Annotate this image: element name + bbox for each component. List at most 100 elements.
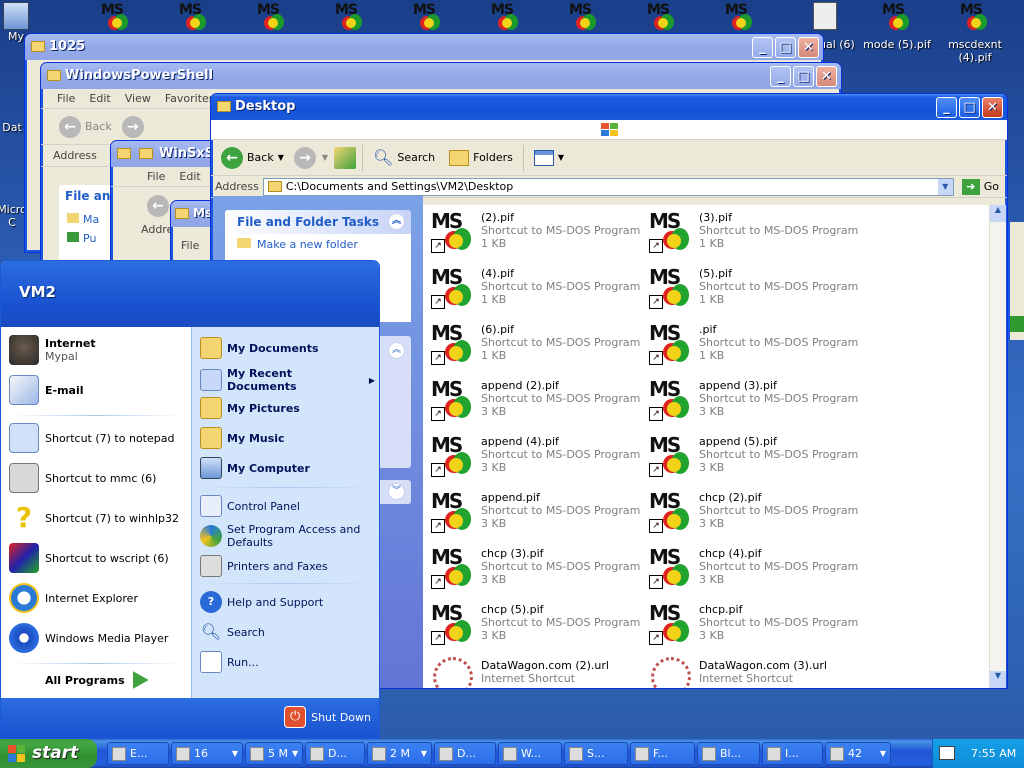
taskbar-button[interactable]: 16 ▼ <box>171 742 243 765</box>
back-button[interactable]: ← Back ▼ <box>217 145 288 171</box>
places-my-recent-documents[interactable]: My Recent Documents ▶ <box>200 367 375 393</box>
taskbar-button[interactable]: 5 M ▼ <box>245 742 303 765</box>
desktop-icon-mode[interactable]: MS mode (5).pif <box>862 2 932 51</box>
clock[interactable]: 7:55 AM <box>971 747 1016 760</box>
address-input[interactable]: C:\Documents and Settings\VM2\Desktop ▼ <box>262 177 954 196</box>
minimize-button[interactable]: _ <box>936 97 957 118</box>
menu-file[interactable]: File <box>57 92 75 105</box>
task-heading[interactable]: File and Folder Tasks ︽ <box>225 210 411 234</box>
taskbar-button[interactable]: 42 ▼ <box>825 742 891 765</box>
menu-edit[interactable]: Edit <box>89 92 110 105</box>
file-item[interactable]: MS ↗ (3).pif Shortcut to MS-DOS Program 1 K… <box>645 207 860 263</box>
start-button[interactable]: start <box>0 739 97 768</box>
search-button[interactable]: 🔍︎ Search <box>369 146 439 169</box>
desktop-icon-msdos[interactable]: MS <box>86 2 146 32</box>
taskbar-button[interactable]: S... <box>564 742 628 765</box>
file-item[interactable]: MS ↗ (2).pif Shortcut to MS-DOS Program 1 K… <box>427 207 642 263</box>
close-button[interactable]: ✕ <box>816 66 837 87</box>
maximize-button[interactable]: □ <box>775 37 796 58</box>
places-my-pictures[interactable]: My Pictures <box>200 397 300 419</box>
folders-button[interactable]: Folders <box>445 148 517 168</box>
forward-arrow-icon[interactable]: → <box>293 146 316 169</box>
scroll-down-icon[interactable]: ▼ <box>990 671 1006 688</box>
forward-arrow-icon[interactable]: → <box>121 115 144 138</box>
close-button[interactable]: ✕ <box>982 97 1003 118</box>
taskbar-button[interactable]: W... <box>498 742 562 765</box>
task-item-new-folder[interactable]: Make a new folder <box>225 234 411 255</box>
titlebar[interactable]: WindowsPowerShell _ □ ✕ <box>41 63 841 89</box>
file-item[interactable]: MS ↗ chcp (2).pif Shortcut to MS-DOS Progra… <box>645 487 860 543</box>
pinned-internet[interactable]: Internet Mypal <box>9 335 96 365</box>
shutdown-button[interactable]: ⏻ Shut Down <box>284 706 371 728</box>
menu-edit[interactable]: Edit <box>179 170 200 183</box>
desktop-icon-msdos[interactable]: MS <box>164 2 224 32</box>
taskbar-button[interactable]: E... <box>107 742 169 765</box>
dropdown-arrow-icon[interactable]: ▼ <box>322 153 328 162</box>
scroll-up-icon[interactable]: ▲ <box>990 205 1006 222</box>
desktop-icon-msdos[interactable]: MS <box>554 2 614 32</box>
run-item[interactable]: Run... <box>200 651 259 673</box>
taskbar-button[interactable]: F... <box>630 742 695 765</box>
close-button[interactable]: ✕ <box>798 37 819 58</box>
back-button[interactable]: ← Back <box>55 114 116 140</box>
search-item[interactable]: 🔍︎ Search <box>200 621 265 643</box>
file-item[interactable]: MS ↗ chcp.pif Shortcut to MS-DOS Program 3 K… <box>645 599 860 655</box>
file-item[interactable]: MS ↗ (6).pif Shortcut to MS-DOS Program 1 K… <box>427 319 642 375</box>
taskbar-button[interactable]: D... <box>305 742 365 765</box>
file-item[interactable]: MS ↗ chcp (4).pif Shortcut to MS-DOS Progra… <box>645 543 860 599</box>
places-my-music[interactable]: My Music <box>200 427 285 449</box>
recent-item[interactable]: ? Shortcut (7) to winhlp32 <box>9 503 179 533</box>
maximize-button[interactable]: □ <box>959 97 980 118</box>
printers-faxes-item[interactable]: Printers and Faxes <box>200 555 328 577</box>
menu-favorites[interactable]: Favorites <box>165 92 215 105</box>
pinned-email[interactable]: E-mail <box>9 375 84 405</box>
go-button[interactable]: ➜ Go <box>958 177 1003 197</box>
address-dropdown-icon[interactable]: ▼ <box>937 178 953 195</box>
file-item[interactable]: MS ↗ (5).pif Shortcut to MS-DOS Program 1 K… <box>645 263 860 319</box>
minimize-button[interactable]: _ <box>752 37 773 58</box>
recent-item[interactable]: Internet Explorer <box>9 583 138 613</box>
menu-view[interactable]: View <box>125 92 151 105</box>
desktop-icon-msdos[interactable]: MS <box>398 2 458 32</box>
file-item[interactable]: MS ↗ append (2).pif Shortcut to MS-DOS Prog… <box>427 375 642 431</box>
taskbar-button[interactable]: I... <box>762 742 823 765</box>
recent-item[interactable]: Shortcut (7) to notepad <box>9 423 174 453</box>
file-item[interactable]: MS ↗ .pif Shortcut to MS-DOS Program 1 KB <box>645 319 860 375</box>
back-arrow-icon[interactable]: ← <box>147 195 169 217</box>
keyboard-icon[interactable] <box>939 746 955 760</box>
desktop-icon-msdos[interactable]: MS <box>632 2 692 32</box>
desktop-icon-msdos[interactable]: MS <box>476 2 536 32</box>
desktop-icon-msdos[interactable]: MS <box>242 2 302 32</box>
desktop-icon-msdos[interactable]: MS <box>710 2 770 32</box>
file-item[interactable]: MS ↗ chcp (5).pif Shortcut to MS-DOS Progra… <box>427 599 642 655</box>
file-item[interactable]: MS ↗ append.pif Shortcut to MS-DOS Program 3… <box>427 487 642 543</box>
places-my-documents[interactable]: My Documents <box>200 337 319 359</box>
file-item[interactable]: MS ↗ chcp (3).pif Shortcut to MS-DOS Progra… <box>427 543 642 599</box>
titlebar[interactable]: Desktop _ □ ✕ <box>211 94 1007 120</box>
recent-item[interactable]: Shortcut to wscript (6) <box>9 543 169 573</box>
titlebar[interactable]: 1025 _ □ ✕ <box>25 34 823 60</box>
collapse-icon[interactable]: ︽ <box>388 213 405 230</box>
collapse-icon[interactable]: ︽ <box>388 342 405 359</box>
expand-icon[interactable]: ︾ <box>388 483 405 500</box>
folder-up-icon[interactable] <box>334 146 357 169</box>
taskbar-button[interactable]: D... <box>434 742 496 765</box>
minimize-button[interactable]: _ <box>770 66 791 87</box>
taskbar-button[interactable]: Bl... <box>697 742 760 765</box>
file-item[interactable]: MS ↗ append (3).pif Shortcut to MS-DOS Prog… <box>645 375 860 431</box>
help-support-item[interactable]: ? Help and Support <box>200 591 323 613</box>
recent-item[interactable]: Windows Media Player <box>9 623 168 653</box>
file-item[interactable]: MS ↗ (4).pif Shortcut to MS-DOS Program 1 K… <box>427 263 642 319</box>
taskbar-button[interactable]: 2 M ▼ <box>367 742 432 765</box>
desktop-icon-mscdexnt[interactable]: MS mscdexnt (4).pif <box>940 2 1010 64</box>
control-panel-item[interactable]: Control Panel <box>200 495 300 517</box>
vertical-scrollbar[interactable]: ▲ ▼ <box>989 205 1006 688</box>
file-item[interactable]: MS ↗ append (4).pif Shortcut to MS-DOS Prog… <box>427 431 642 487</box>
views-button[interactable]: ▼ <box>530 148 568 168</box>
file-item[interactable]: DataWagon.com (3).url Internet Shortcut <box>645 655 860 688</box>
recent-item[interactable]: Shortcut to mmc (6) <box>9 463 156 493</box>
places-my-computer[interactable]: My Computer <box>200 457 310 479</box>
menu-file[interactable]: File <box>147 170 165 183</box>
file-item[interactable]: MS ↗ append (5).pif Shortcut to MS-DOS Prog… <box>645 431 860 487</box>
all-programs-button[interactable]: All Programs <box>45 671 149 689</box>
